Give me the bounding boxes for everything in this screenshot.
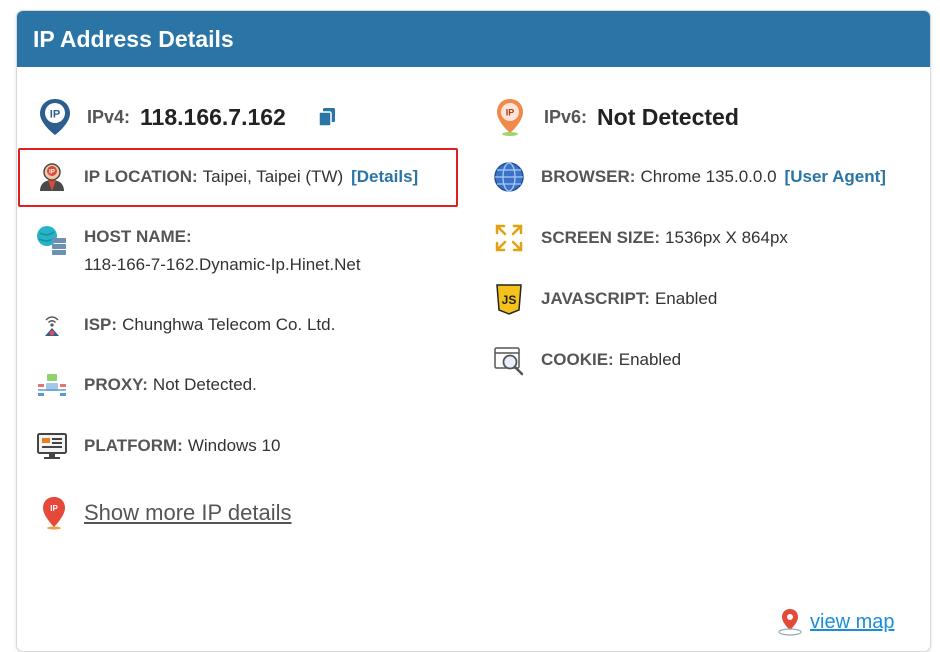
browser-row: BROWSER: Chrome 135.0.0.0 [User Agent] (492, 160, 886, 194)
browser-label: BROWSER: (541, 167, 636, 186)
svg-text:IP: IP (506, 108, 515, 118)
javascript-value: Enabled (654, 289, 718, 308)
ip-marker-icon: IP (37, 496, 71, 530)
map-pin-icon (777, 608, 803, 636)
globe-icon (492, 160, 526, 194)
cookie-search-icon (492, 343, 526, 377)
isp-value: Chunghwa Telecom Co. Ltd. (122, 315, 336, 334)
show-more-ip-details-link[interactable]: Show more IP details (84, 500, 291, 526)
ipv6-value: Not Detected (597, 103, 739, 130)
proxy-value: Not Detected. (152, 375, 257, 394)
ip-details-card: IP Address Details IP IPv4: 118.166.7.16… (16, 10, 931, 652)
proxy-row: PROXY: Not Detected. (35, 368, 257, 402)
copy-icon[interactable] (318, 107, 336, 127)
monitor-icon (35, 429, 69, 463)
ip-pin-icon: IP (37, 97, 73, 137)
ipv4-label: IPv4: (87, 106, 131, 127)
browser-value: Chrome 135.0.0.0 (640, 167, 777, 186)
platform-row: PLATFORM: Windows 10 (35, 429, 280, 463)
svg-text:IP: IP (50, 504, 58, 513)
isp-row: ISP: Chunghwa Telecom Co. Ltd. (35, 308, 335, 342)
location-person-icon: IP (35, 160, 69, 194)
expand-arrows-icon (492, 221, 526, 255)
svg-text:JS: JS (502, 293, 517, 307)
proxy-label: PROXY: (84, 375, 148, 394)
isp-label: ISP: (84, 315, 118, 334)
screen-size-row: SCREEN SIZE: 1536px X 864px (492, 221, 788, 255)
cookie-label: COOKIE: (541, 350, 614, 369)
svg-text:IP: IP (49, 170, 55, 176)
ipv6-pin-icon: IP (492, 97, 528, 137)
card-title: IP Address Details (17, 11, 930, 67)
javascript-shield-icon: JS (492, 282, 526, 316)
host-value: 118-166-7-162.Dynamic-Ip.Hinet.Net (84, 255, 361, 274)
isp-router-icon (35, 308, 69, 342)
show-more-row: IP Show more IP details (37, 496, 291, 530)
cookie-value: Enabled (618, 350, 682, 369)
location-row: IP IP LOCATION: Taipei, Taipei (TW) [Det… (35, 160, 418, 194)
cookie-row: COOKIE: Enabled (492, 343, 681, 377)
ipv6-label: IPv6: (544, 106, 588, 127)
host-label: HOST NAME: (84, 227, 192, 246)
javascript-row: JS JAVASCRIPT: Enabled (492, 282, 717, 316)
location-details-link[interactable]: [Details] (351, 167, 418, 187)
svg-text:IP: IP (50, 109, 60, 121)
location-label: IP LOCATION: (84, 167, 198, 186)
platform-value: Windows 10 (187, 436, 281, 455)
location-value: Taipei, Taipei (TW) (202, 167, 344, 186)
proxy-network-icon (35, 368, 69, 402)
host-icon-wrap (35, 224, 69, 258)
host-text: HOST NAME: 118-166-7-162.Dynamic-Ip.Hine… (84, 227, 361, 275)
view-map-link[interactable]: view map (810, 611, 894, 634)
javascript-label: JAVASCRIPT: (541, 289, 650, 308)
view-map-row: view map (777, 608, 894, 636)
ipv4-row: IP IPv4: 118.166.7.162 (37, 97, 336, 137)
ipv4-value: 118.166.7.162 (140, 103, 286, 130)
ipv6-row: IP IPv6: Not Detected (492, 97, 739, 137)
platform-label: PLATFORM: (84, 436, 183, 455)
user-agent-link[interactable]: [User Agent] (785, 167, 886, 187)
globe-server-icon (35, 224, 69, 258)
screen-size-value: 1536px X 864px (665, 228, 788, 247)
screen-size-label: SCREEN SIZE: (541, 228, 661, 247)
